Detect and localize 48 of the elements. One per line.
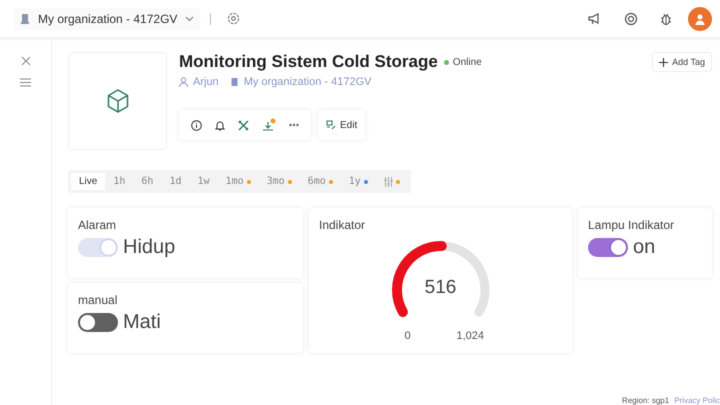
owner-link[interactable]: Arjun bbox=[193, 76, 219, 88]
time-range-tab[interactable]: 3mo bbox=[258, 173, 300, 190]
user-icon bbox=[179, 77, 188, 87]
time-range-tab[interactable]: Live bbox=[71, 173, 106, 190]
time-range-tab[interactable]: 1y bbox=[340, 173, 376, 190]
widget-title: manual bbox=[78, 293, 118, 307]
gauge-max-label: 1,024 bbox=[456, 330, 484, 342]
device-title: Monitoring Sistem Cold Storage bbox=[179, 52, 438, 72]
chevron-down-icon bbox=[185, 16, 194, 22]
settings-icon[interactable] bbox=[227, 12, 240, 25]
cube-icon bbox=[106, 89, 128, 113]
plus-icon bbox=[659, 58, 668, 66]
toggle-switch[interactable] bbox=[78, 238, 118, 257]
more-icon[interactable] bbox=[289, 123, 299, 127]
status-dot bbox=[444, 60, 449, 64]
add-tag-button[interactable]: Add Tag bbox=[652, 52, 712, 72]
bug-icon[interactable] bbox=[660, 12, 672, 26]
close-icon[interactable] bbox=[20, 56, 30, 66]
avatar[interactable] bbox=[688, 6, 712, 30]
organization-link[interactable]: My organization - 4172GV bbox=[244, 76, 372, 88]
gauge-min-label: 0 bbox=[404, 330, 411, 342]
toggle-switch[interactable] bbox=[78, 313, 118, 332]
switch-value: Mati bbox=[123, 311, 161, 334]
download-icon[interactable] bbox=[262, 118, 276, 132]
time-range-tab[interactable]: 1h bbox=[105, 173, 134, 190]
organization-dropdown[interactable]: My organization - 4172GV bbox=[14, 8, 200, 30]
time-range-tab[interactable]: 1d bbox=[161, 173, 190, 190]
time-range-tab[interactable]: 6mo bbox=[300, 173, 341, 190]
edit-icon bbox=[326, 120, 336, 130]
bell-icon[interactable] bbox=[215, 120, 225, 130]
widget-title: Indikator bbox=[319, 218, 366, 232]
privacy-policy-link[interactable]: Privacy Polic bbox=[674, 396, 720, 405]
time-range-tab[interactable]: 1w bbox=[190, 173, 218, 190]
widget-title: Lampu Indikator bbox=[588, 218, 676, 232]
switch-value: on bbox=[633, 236, 656, 259]
widget-title: Alaram bbox=[78, 218, 118, 232]
gauge-value: 516 bbox=[424, 277, 458, 299]
edit-button[interactable]: Edit bbox=[318, 110, 366, 140]
region-label: Region: sgp1 bbox=[622, 396, 670, 405]
time-range-tab[interactable]: 1mo bbox=[218, 173, 259, 190]
status-label: Online bbox=[452, 56, 482, 68]
toggle-switch[interactable] bbox=[588, 238, 628, 257]
sliders-icon bbox=[384, 176, 393, 186]
time-range-tab[interactable]: 6h bbox=[133, 173, 162, 190]
switch-value: Hidup bbox=[123, 236, 176, 259]
menu-icon[interactable] bbox=[20, 78, 31, 87]
tools-icon[interactable] bbox=[238, 120, 249, 130]
info-icon[interactable] bbox=[191, 120, 202, 130]
